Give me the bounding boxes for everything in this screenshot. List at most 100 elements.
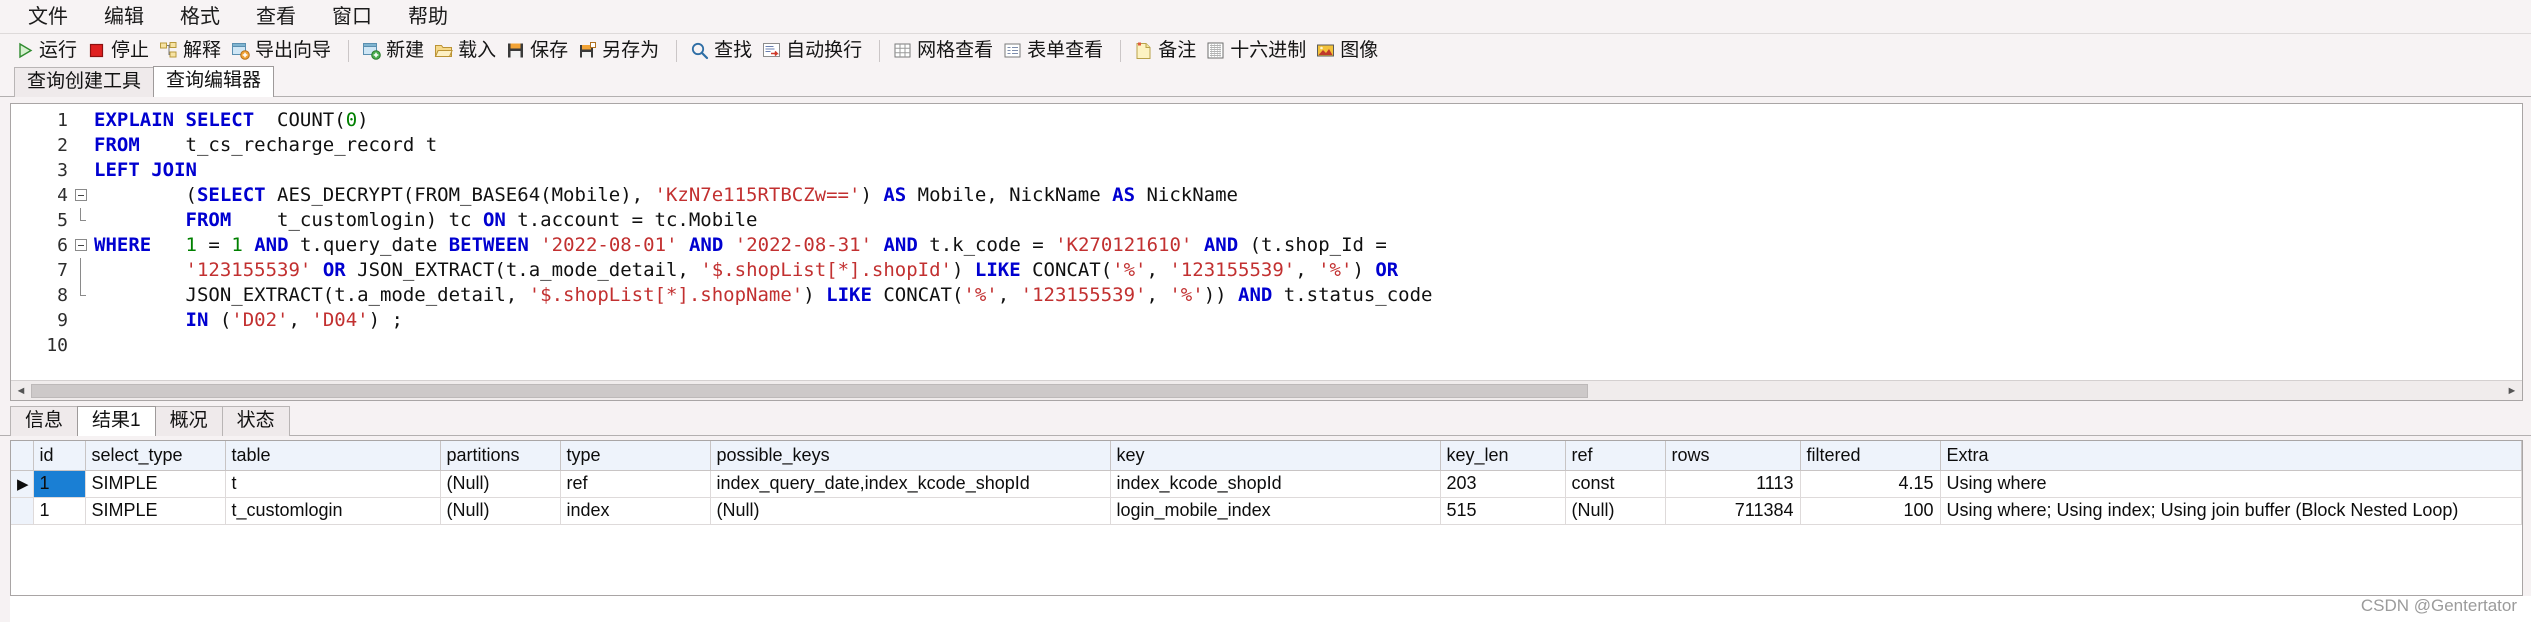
code-line[interactable]: LEFT JOIN: [94, 158, 2522, 183]
code-line[interactable]: (SELECT AES_DECRYPT(FROM_BASE64(Mobile),…: [94, 183, 2522, 208]
play-triangle-icon: [15, 41, 34, 60]
menu-edit[interactable]: 编辑: [86, 2, 162, 32]
save-as-button[interactable]: 另存为: [575, 37, 666, 65]
column-header[interactable]: rows: [1665, 441, 1801, 471]
editor-horizontal-scrollbar[interactable]: ◄ ►: [11, 380, 2522, 400]
tab-status[interactable]: 状态: [221, 406, 290, 436]
table-cell[interactable]: t_customlogin: [225, 497, 441, 525]
fold-collapse-icon[interactable]: [75, 239, 87, 251]
code-token: ): [951, 259, 975, 281]
code-token: '123155539': [185, 259, 312, 281]
table-cell[interactable]: 203: [1440, 470, 1566, 498]
hex-button[interactable]: 十六进制: [1203, 37, 1313, 65]
stop-button[interactable]: 停止: [84, 37, 156, 65]
code-line[interactable]: WHERE 1 = 1 AND t.query_date BETWEEN '20…: [94, 233, 2522, 258]
word-wrap-button[interactable]: 自动换行: [759, 37, 869, 65]
toolbar: 运行 停止 解释 导出向导 新建 载入 保存 另存为 查找 自动换行 网格查看 …: [0, 33, 2531, 67]
table-cell[interactable]: ref: [560, 470, 711, 498]
column-header[interactable]: possible_keys: [710, 441, 1111, 471]
form-view-button[interactable]: 表单查看: [1000, 37, 1110, 65]
code-line[interactable]: JSON_EXTRACT(t.a_mode_detail, '$.shopLis…: [94, 283, 2522, 308]
table-cell[interactable]: SIMPLE: [85, 470, 226, 498]
code-line[interactable]: EXPLAIN SELECT COUNT(0): [94, 108, 2522, 133]
tab-query-builder[interactable]: 查询创建工具: [14, 67, 155, 97]
column-header[interactable]: table: [225, 441, 441, 471]
table-cell[interactable]: 1: [33, 470, 86, 498]
explain-button[interactable]: 解释: [156, 37, 228, 65]
fold-marker[interactable]: [73, 233, 90, 258]
column-header[interactable]: type: [560, 441, 711, 471]
sql-editor-body[interactable]: 1 2 3 4 5 6 7 8 9 10 EXPLAIN SELECT COUNT(0) FROM …: [11, 104, 2522, 380]
table-cell[interactable]: Using where; Using index; Using join buf…: [1940, 497, 2522, 525]
note-button[interactable]: 备注: [1131, 37, 1203, 65]
results-grid[interactable]: id select_type table partitions type possible…: [10, 440, 2523, 596]
find-button[interactable]: 查找: [687, 37, 759, 65]
table-cell[interactable]: 1: [33, 497, 86, 525]
table-cell[interactable]: t: [225, 470, 441, 498]
column-header[interactable]: id: [33, 441, 86, 471]
image-button[interactable]: 图像: [1313, 37, 1385, 65]
fold-marker[interactable]: [73, 258, 90, 283]
table-cell[interactable]: (Null): [440, 497, 561, 525]
column-header[interactable]: Extra: [1940, 441, 2522, 471]
table-cell[interactable]: const: [1565, 470, 1666, 498]
column-header[interactable]: filtered: [1800, 441, 1941, 471]
code-line[interactable]: '123155539' OR JSON_EXTRACT(t.a_mode_det…: [94, 258, 2522, 283]
code-line[interactable]: FROM t_cs_recharge_record t: [94, 133, 2522, 158]
table-cell[interactable]: (Null): [710, 497, 1111, 525]
tab-query-editor[interactable]: 查询编辑器: [153, 66, 275, 97]
column-header[interactable]: select_type: [85, 441, 226, 471]
tab-info[interactable]: 信息: [10, 406, 79, 436]
table-row[interactable]: ▶ 1 SIMPLE t (Null) ref index_query_date,index…: [11, 470, 2522, 498]
row-marker[interactable]: [11, 497, 34, 525]
menu-format[interactable]: 格式: [162, 2, 238, 32]
scroll-thumb[interactable]: [31, 383, 1588, 398]
grid-view-button[interactable]: 网格查看: [890, 37, 1000, 65]
sql-code-area[interactable]: EXPLAIN SELECT COUNT(0) FROM t_cs_recharg…: [90, 104, 2522, 380]
scroll-left-arrow[interactable]: ◄: [11, 382, 31, 400]
table-cell[interactable]: index_query_date,index_kcode_shopId: [710, 470, 1111, 498]
table-cell[interactable]: 711384: [1665, 497, 1801, 525]
code-token: t.query_date: [288, 234, 449, 256]
table-cell[interactable]: index_kcode_shopId: [1110, 470, 1441, 498]
save-button[interactable]: 保存: [503, 37, 575, 65]
scroll-right-arrow[interactable]: ►: [2502, 382, 2522, 400]
column-header[interactable]: ref: [1565, 441, 1666, 471]
scroll-track[interactable]: [31, 381, 2502, 400]
row-marker[interactable]: ▶: [11, 470, 34, 498]
table-cell[interactable]: 1113: [1665, 470, 1801, 498]
table-cell[interactable]: index: [560, 497, 711, 525]
code-line[interactable]: [94, 333, 2522, 358]
code-line[interactable]: FROM t_customlogin) tc ON t.account = tc…: [94, 208, 2522, 233]
table-cell[interactable]: login_mobile_index: [1110, 497, 1441, 525]
code-fold-column[interactable]: [73, 104, 90, 380]
table-row[interactable]: 1 SIMPLE t_customlogin (Null) index (Null) log…: [11, 497, 2522, 525]
fold-marker[interactable]: [73, 208, 90, 233]
tab-result1[interactable]: 结果1: [77, 406, 156, 436]
table-cell[interactable]: (Null): [1565, 497, 1666, 525]
table-cell[interactable]: 4.15: [1800, 470, 1941, 498]
table-cell[interactable]: 515: [1440, 497, 1566, 525]
code-token: ): [860, 184, 884, 206]
tab-profile[interactable]: 概况: [154, 406, 223, 436]
menu-file[interactable]: 文件: [10, 2, 86, 32]
new-button[interactable]: 新建: [359, 37, 431, 65]
load-button[interactable]: 载入: [431, 37, 503, 65]
table-cell[interactable]: Using where: [1940, 470, 2522, 498]
table-cell[interactable]: 100: [1800, 497, 1941, 525]
menu-window[interactable]: 窗口: [314, 2, 390, 32]
fold-marker[interactable]: [73, 283, 90, 308]
code-line[interactable]: IN ('D02', 'D04') ;: [94, 308, 2522, 333]
menu-help[interactable]: 帮助: [390, 2, 466, 32]
code-token: AND: [688, 234, 724, 256]
column-header[interactable]: partitions: [440, 441, 561, 471]
table-cell[interactable]: SIMPLE: [85, 497, 226, 525]
menu-view[interactable]: 查看: [238, 2, 314, 32]
export-wizard-button[interactable]: 导出向导: [228, 37, 338, 65]
fold-collapse-icon[interactable]: [75, 189, 87, 201]
table-cell[interactable]: (Null): [440, 470, 561, 498]
column-header[interactable]: key_len: [1440, 441, 1566, 471]
column-header[interactable]: key: [1110, 441, 1441, 471]
run-button[interactable]: 运行: [12, 37, 84, 65]
fold-marker[interactable]: [73, 183, 90, 208]
